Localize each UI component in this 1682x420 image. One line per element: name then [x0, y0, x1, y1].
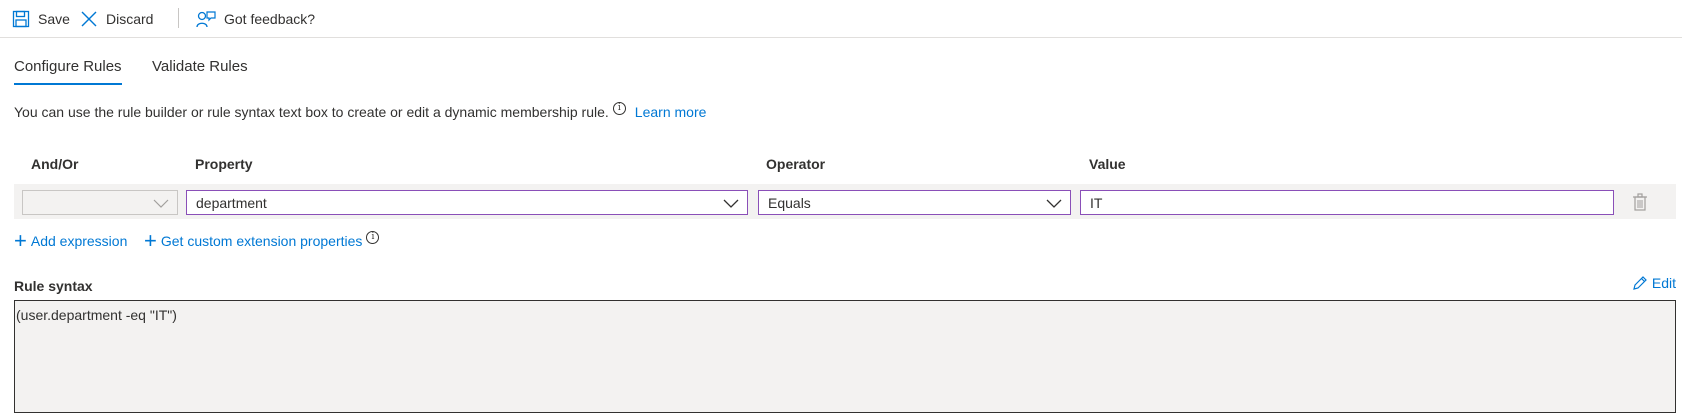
save-button[interactable]: Save [12, 8, 70, 30]
column-header-property: Property [195, 156, 253, 172]
command-bar: Save Discard Got feedback? [0, 0, 1682, 38]
add-expression-label: Add expression [30, 233, 128, 249]
chevron-down-icon [723, 199, 739, 208]
feedback-label: Got feedback? [224, 11, 316, 27]
chevron-down-icon [1046, 199, 1062, 208]
get-custom-extension-button[interactable]: + Get custom extension properties i [144, 228, 380, 253]
value-input[interactable]: IT [1080, 190, 1614, 215]
column-header-operator: Operator [766, 156, 826, 172]
learn-more-link[interactable]: Learn more [635, 104, 707, 120]
info-icon[interactable]: i [612, 101, 626, 115]
plus-icon: + [14, 228, 27, 253]
chevron-down-icon [153, 199, 169, 208]
plus-icon: + [144, 228, 157, 253]
rule-syntax-title: Rule syntax [14, 278, 93, 294]
operator-dropdown[interactable]: Equals [758, 190, 1071, 215]
operator-value: Equals [768, 194, 811, 211]
edit-label: Edit [1651, 275, 1676, 291]
info-icon[interactable]: i [366, 230, 380, 244]
value-text: IT [1090, 194, 1103, 211]
discard-label: Discard [106, 11, 154, 27]
column-header-value: Value [1089, 156, 1126, 172]
discard-icon [81, 11, 97, 27]
discard-button[interactable]: Discard [80, 8, 153, 30]
custom-extension-label: Get custom extension properties [160, 233, 363, 249]
tab-validate-rules[interactable]: Validate Rules [152, 58, 248, 83]
rule-row: department Equals IT [14, 184, 1676, 219]
feedback-icon [196, 11, 216, 28]
edit-button[interactable]: Edit [1632, 275, 1676, 291]
andor-dropdown[interactable] [22, 190, 178, 215]
rule-syntax-textbox[interactable]: (user.department -eq "IT") [14, 300, 1676, 413]
column-header-andor: And/Or [31, 156, 79, 172]
toolbar-divider [178, 8, 179, 28]
add-expression-button[interactable]: + Add expression [14, 228, 128, 253]
pencil-icon [1633, 275, 1647, 290]
save-label: Save [38, 11, 70, 27]
property-value: department [196, 194, 267, 211]
trash-icon[interactable] [1630, 192, 1650, 212]
tab-configure-rules[interactable]: Configure Rules [14, 58, 122, 85]
save-icon [12, 10, 30, 28]
property-dropdown[interactable]: department [186, 190, 748, 215]
description: You can use the rule builder or rule syn… [14, 101, 707, 120]
description-text: You can use the rule builder or rule syn… [14, 104, 609, 120]
feedback-button[interactable]: Got feedback? [196, 8, 315, 30]
